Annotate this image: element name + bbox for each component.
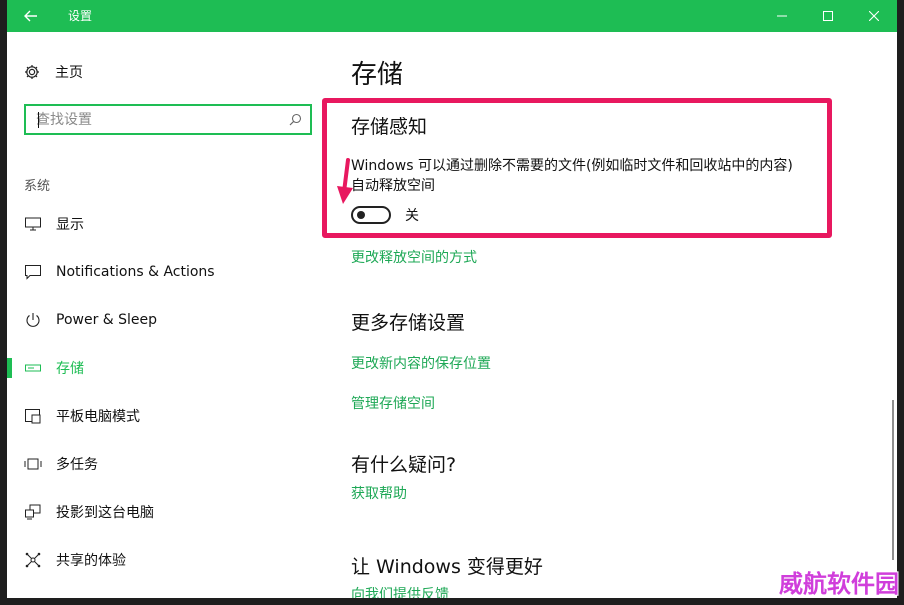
tablet-mode-icon	[24, 407, 42, 425]
maximize-icon	[823, 11, 833, 21]
shared-experience-icon	[24, 551, 42, 569]
sidebar: 主页 系统 显示 Notifications & Actions	[7, 32, 327, 598]
notification-icon	[24, 263, 42, 281]
title-bar: 设置	[7, 0, 897, 32]
sidebar-item-power[interactable]: Power & Sleep	[7, 300, 327, 340]
home-label: 主页	[55, 65, 83, 81]
gear-icon	[24, 64, 40, 80]
more-storage-settings-heading: 更多存储设置	[351, 312, 466, 334]
minimize-button[interactable]	[759, 0, 805, 32]
sidebar-item-label: 存储	[56, 361, 84, 377]
sidebar-item-label: Power & Sleep	[56, 312, 158, 328]
power-icon	[24, 311, 42, 329]
pointer-arrow-icon	[337, 158, 353, 204]
search-icon[interactable]	[280, 113, 310, 126]
window-title: 设置	[68, 9, 93, 23]
highlight-box	[322, 98, 832, 238]
get-help-link[interactable]: 获取帮助	[351, 483, 407, 503]
page-title: 存储	[351, 60, 404, 90]
search-box[interactable]	[24, 104, 312, 135]
sidebar-item-label: 平板电脑模式	[56, 409, 140, 425]
close-button[interactable]	[851, 0, 897, 32]
search-input[interactable]	[26, 106, 280, 133]
sidebar-item-label: 多任务	[56, 457, 98, 473]
watermark: 威航软件园	[779, 569, 899, 598]
sidebar-item-storage[interactable]: 存储	[7, 348, 327, 388]
manage-storage-spaces-link[interactable]: 管理存储空间	[351, 393, 435, 413]
multitasking-icon	[24, 455, 42, 473]
text-cursor	[38, 112, 39, 128]
sidebar-item-tablet-mode[interactable]: 平板电脑模式	[7, 396, 327, 436]
storage-icon	[24, 359, 42, 377]
sidebar-item-project[interactable]: 投影到这台电脑	[7, 492, 327, 532]
section-label: 系统	[24, 179, 51, 194]
active-indicator	[7, 358, 12, 378]
minimize-icon	[777, 15, 787, 17]
back-arrow-icon	[24, 10, 37, 22]
sidebar-item-label: 显示	[56, 217, 84, 233]
project-icon	[24, 503, 42, 521]
home-nav-item[interactable]: 主页	[24, 60, 83, 84]
maximize-button[interactable]	[805, 0, 851, 32]
questions-heading: 有什么疑问?	[351, 454, 457, 476]
close-icon	[869, 11, 879, 21]
sidebar-item-notifications[interactable]: Notifications & Actions	[7, 252, 327, 292]
improve-windows-heading: 让 Windows 变得更好	[351, 556, 543, 578]
scrollbar[interactable]	[892, 400, 894, 560]
sidebar-item-display[interactable]: 显示	[7, 204, 327, 244]
sidebar-item-multitasking[interactable]: 多任务	[7, 444, 327, 484]
sidebar-item-label: Notifications & Actions	[56, 264, 215, 280]
change-free-space-link[interactable]: 更改释放空间的方式	[351, 247, 477, 267]
settings-window: 设置 主页 查找设置 系统 显示 Notifications & Actions…	[0, 0, 904, 605]
back-button[interactable]	[7, 0, 55, 32]
sidebar-item-label: 投影到这台电脑	[56, 505, 154, 521]
monitor-icon	[24, 215, 42, 233]
sidebar-item-label: 共享的体验	[56, 553, 126, 569]
give-feedback-link[interactable]: 向我们提供反馈	[351, 584, 449, 598]
change-save-location-link[interactable]: 更改新内容的保存位置	[351, 353, 491, 373]
sidebar-item-shared-experiences[interactable]: 共享的体验	[7, 540, 327, 580]
